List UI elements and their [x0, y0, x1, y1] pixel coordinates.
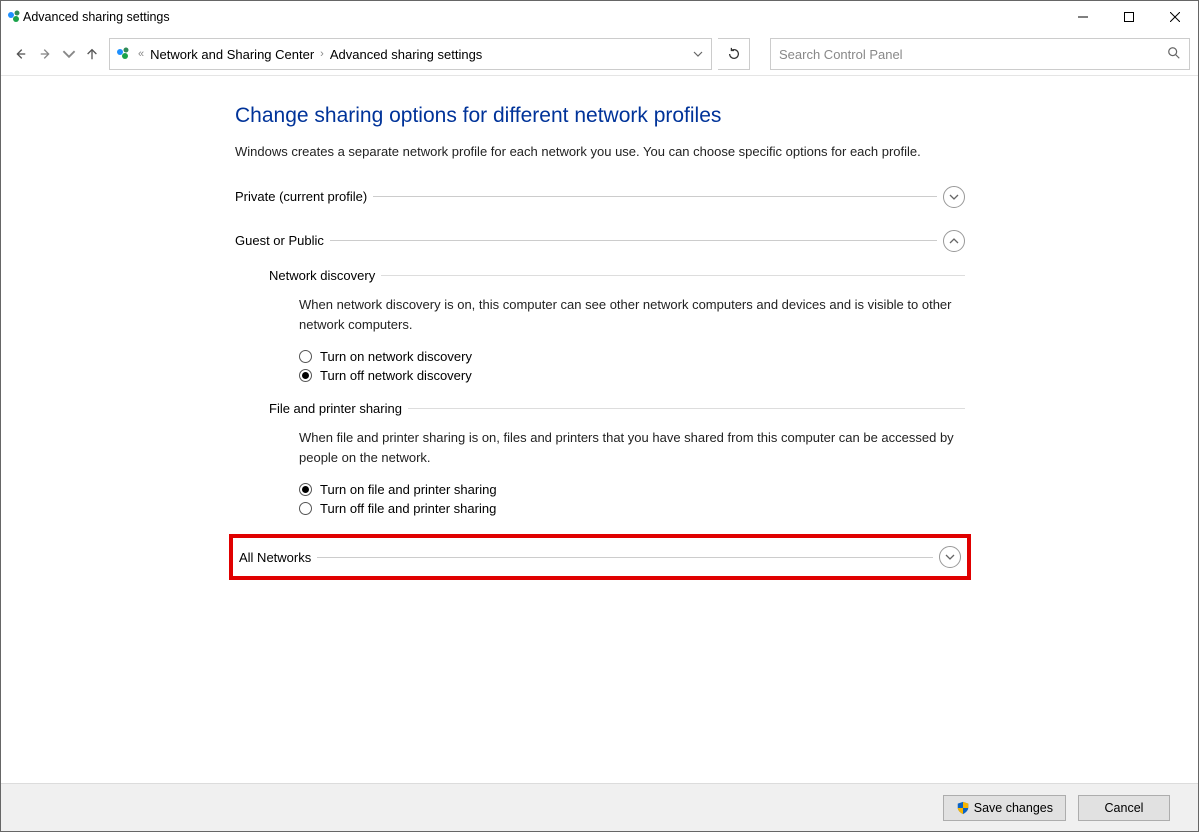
radio-nd-off[interactable]: Turn off network discovery	[299, 368, 965, 383]
breadcrumb-current[interactable]: Advanced sharing settings	[330, 47, 482, 62]
file-printer-desc: When file and printer sharing is on, fil…	[299, 428, 965, 468]
network-discovery-title: Network discovery	[269, 268, 375, 283]
radio-nd-on-label: Turn on network discovery	[320, 349, 472, 364]
radio-nd-off-label: Turn off network discovery	[320, 368, 472, 383]
section-guest[interactable]: Guest or Public	[235, 230, 965, 252]
maximize-button[interactable]	[1106, 1, 1152, 33]
section-all-label: All Networks	[239, 550, 311, 565]
recent-dropdown[interactable]	[61, 40, 77, 68]
page-subheading: Windows creates a separate network profi…	[235, 142, 965, 162]
save-changes-button[interactable]: Save changes	[943, 795, 1066, 821]
title-bar: Advanced sharing settings	[1, 1, 1198, 33]
divider	[408, 408, 965, 409]
search-input[interactable]: Search Control Panel	[770, 38, 1190, 70]
section-all-networks[interactable]: All Networks	[239, 546, 961, 568]
chevron-up-icon[interactable]	[943, 230, 965, 252]
section-private-label: Private (current profile)	[235, 189, 367, 204]
nav-bar: « Network and Sharing Center › Advanced …	[1, 33, 1198, 75]
minimize-button[interactable]	[1060, 1, 1106, 33]
chevron-left-double-icon: «	[138, 48, 144, 60]
subsection-network-discovery: Network discovery When network discovery…	[269, 268, 965, 383]
window-title: Advanced sharing settings	[23, 10, 170, 24]
search-icon	[1167, 46, 1181, 63]
breadcrumb-parent[interactable]: Network and Sharing Center	[150, 47, 314, 62]
radio-fp-on[interactable]: Turn on file and printer sharing	[299, 482, 965, 497]
chevron-down-icon[interactable]	[943, 186, 965, 208]
radio-fp-off-label: Turn off file and printer sharing	[320, 501, 496, 516]
chevron-right-icon: ›	[320, 48, 324, 60]
up-button[interactable]	[81, 40, 103, 68]
file-printer-title: File and printer sharing	[269, 401, 402, 416]
page-heading: Change sharing options for different net…	[235, 104, 965, 128]
close-button[interactable]	[1152, 1, 1198, 33]
highlight-all-networks: All Networks	[229, 534, 971, 580]
divider	[330, 240, 937, 241]
network-discovery-desc: When network discovery is on, this compu…	[299, 295, 965, 335]
cancel-button[interactable]: Cancel	[1078, 795, 1170, 821]
chevron-down-icon[interactable]	[939, 546, 961, 568]
radio-icon	[299, 369, 312, 382]
location-icon	[116, 46, 132, 62]
divider	[373, 196, 937, 197]
app-icon	[7, 9, 23, 25]
radio-fp-off[interactable]: Turn off file and printer sharing	[299, 501, 965, 516]
radio-icon	[299, 350, 312, 363]
address-dropdown[interactable]	[683, 39, 711, 69]
radio-fp-on-label: Turn on file and printer sharing	[320, 482, 497, 497]
address-bar[interactable]: « Network and Sharing Center › Advanced …	[109, 38, 712, 70]
back-button[interactable]	[9, 40, 31, 68]
uac-shield-icon	[956, 801, 970, 815]
cancel-label: Cancel	[1105, 801, 1144, 815]
subsection-file-printer: File and printer sharing When file and p…	[269, 401, 965, 516]
radio-icon	[299, 483, 312, 496]
section-private[interactable]: Private (current profile)	[235, 186, 965, 208]
divider	[381, 275, 965, 276]
content-area: Change sharing options for different net…	[1, 76, 1198, 783]
footer-bar: Save changes Cancel	[1, 783, 1198, 831]
save-changes-label: Save changes	[974, 801, 1053, 815]
divider	[317, 557, 933, 558]
search-placeholder: Search Control Panel	[779, 47, 1167, 62]
section-guest-label: Guest or Public	[235, 233, 324, 248]
radio-nd-on[interactable]: Turn on network discovery	[299, 349, 965, 364]
refresh-button[interactable]	[718, 38, 750, 70]
forward-button[interactable]	[35, 40, 57, 68]
radio-icon	[299, 502, 312, 515]
